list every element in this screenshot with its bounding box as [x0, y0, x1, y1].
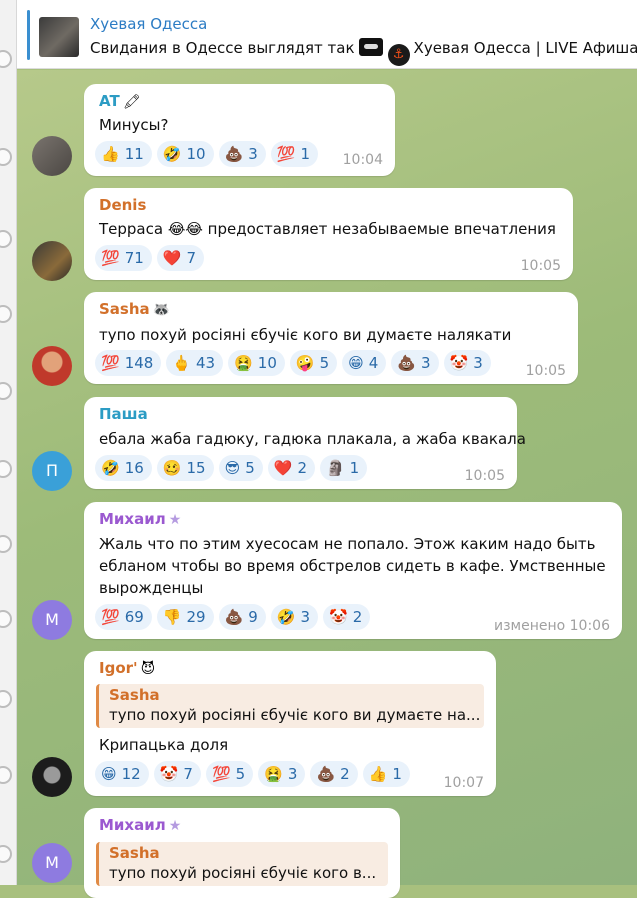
reaction-pill[interactable]: 🤪 5 [289, 350, 338, 376]
message-bubble[interactable]: Denis Терраса 😂😂 предоставляет незабывае… [84, 188, 573, 280]
avatar[interactable] [32, 136, 72, 176]
channel-logo-icon: ⚓ [387, 44, 410, 66]
message-bubble[interactable]: Igor' 😈 Sasha тупо похуй росіяні єбучіє к… [84, 651, 496, 796]
reaction-pill[interactable]: 👎 29 [156, 604, 214, 630]
reaction-pill[interactable]: 🥴 15 [156, 455, 214, 481]
reply-author: Sasha [109, 686, 160, 704]
reaction-pill[interactable]: 💩 3 [391, 350, 439, 376]
folder-sidebar-edge [0, 0, 17, 885]
reaction-pill[interactable]: 🤡 7 [153, 761, 201, 787]
reactions: 💯 148 🖕 43 🤮 10 🤪 5 😁 4 💩 3 🤡 3 [95, 350, 491, 376]
reaction-pill[interactable]: 💩 3 [218, 141, 266, 167]
reaction-pill[interactable]: 💯 1 [270, 141, 319, 167]
reply-quote[interactable]: Sasha тупо похуй росіяні єбучіє кого ви … [96, 684, 484, 728]
reaction-pill[interactable]: 🤡 2 [323, 604, 371, 630]
message-text: ебала жаба гадюку, гадюка плакала, а жаб… [99, 430, 526, 448]
message-bubble[interactable]: Паша ебала жаба гадюку, гадюка плакала, … [84, 397, 526, 489]
message-author[interactable]: Михаил ★ [99, 816, 181, 834]
reaction-pill[interactable]: 💯 71 [95, 245, 152, 271]
reaction-pill[interactable]: 🤡 3 [443, 350, 491, 376]
avatar[interactable] [32, 346, 72, 386]
chat-status-dot [0, 460, 12, 478]
reaction-pill[interactable]: 😁 12 [95, 761, 149, 787]
pinned-message-bar[interactable]: Хуевая Одесса Свидания в Одессе выглядят… [17, 0, 637, 69]
reactions: 🤣 16 🥴 15 😎 5 ❤️ 2 🗿 1 [95, 455, 368, 481]
message-bubble[interactable]: Sasha 🦝 тупо похуй росіяні єбучіє кого ви… [84, 292, 578, 384]
reaction-pill[interactable]: 🤣 3 [270, 604, 319, 630]
message-author[interactable]: Sasha 🦝 [99, 300, 170, 318]
message-text: Жаль что по этим хуесосам не попало. Это… [99, 535, 606, 597]
chat-status-dot [0, 50, 12, 68]
reaction-pill[interactable]: 👍 1 [362, 761, 410, 787]
message-author[interactable]: AT 🖍 [99, 92, 140, 110]
message-text: Терраса 😂😂 предоставляет незабываемые вп… [99, 220, 556, 238]
reaction-pill[interactable]: 🤣 10 [156, 141, 214, 167]
reaction-pill[interactable]: 🤣 16 [95, 455, 152, 481]
pinned-indicator [27, 10, 30, 60]
chat-status-dot [0, 845, 12, 863]
star-badge-icon: ★ [168, 512, 182, 528]
reactions: 👍 11 🤣 10 💩 3 💯 1 [95, 141, 319, 167]
chat-status-dot [0, 305, 12, 323]
reaction-pill[interactable]: 😎 5 [218, 455, 263, 481]
chat-status-dot [0, 230, 12, 248]
message-time: 10:05 [464, 468, 505, 484]
chat-status-dot [0, 610, 12, 628]
reaction-pill[interactable]: 💯 69 [95, 604, 152, 630]
reaction-pill[interactable]: 😁 4 [342, 350, 387, 376]
reaction-pill[interactable]: 💯 5 [205, 761, 254, 787]
reaction-pill[interactable]: ❤️ 2 [267, 455, 315, 481]
message-author[interactable]: Паша [99, 405, 148, 423]
reactions: 💯 71 ❤️ 7 [95, 245, 205, 271]
reaction-pill[interactable]: 🤮 3 [258, 761, 306, 787]
reaction-pill[interactable]: 💯 148 [95, 350, 162, 376]
reply-quote[interactable]: Sasha тупо похуй росіяні єбучіє кого в..… [96, 842, 388, 886]
reply-author: Sasha [109, 844, 160, 862]
avatar[interactable]: М [32, 600, 72, 640]
avatar[interactable] [32, 757, 72, 797]
reaction-pill[interactable]: 🤮 10 [228, 350, 285, 376]
avatar[interactable] [32, 241, 72, 281]
message-time: 10:05 [520, 258, 561, 274]
reaction-pill[interactable]: 💩 2 [310, 761, 358, 787]
reaction-pill[interactable]: 🖕 43 [166, 350, 224, 376]
chat-status-dot [0, 382, 12, 400]
message-time: 10:07 [443, 775, 484, 791]
reaction-pill[interactable]: 👍 11 [95, 141, 152, 167]
reply-text: тупо похуй росіяні єбучіє кого в... [109, 864, 377, 882]
reaction-pill[interactable]: ❤️ 7 [156, 245, 205, 271]
star-badge-icon: ★ [168, 818, 182, 834]
chat-status-dot [0, 148, 12, 166]
chat-status-dot [0, 766, 12, 784]
message-time: изменено 10:06 [494, 618, 610, 634]
message-bubble[interactable]: AT 🖍 Минусы? 👍 11 🤣 10 💩 3 💯 1 10:04 [84, 84, 395, 176]
message-text: тупо похуй росіяні єбучіє кого ви думаєт… [99, 326, 512, 344]
message-time: 10:04 [342, 152, 383, 168]
reaction-pill[interactable]: 💩 9 [218, 604, 266, 630]
message-author[interactable]: Igor' 😈 [99, 659, 155, 677]
reply-text: тупо похуй росіяні єбучіє кого ви думаєт… [109, 706, 481, 724]
mask-icon [358, 38, 383, 56]
message-bubble[interactable]: Михаил ★ Жаль что по этим хуесосам не поп… [84, 502, 622, 639]
author-badge-icon: 🦝 [152, 302, 171, 318]
message-text: Минусы? [99, 116, 169, 134]
pinned-thumbnail [39, 17, 79, 57]
chat-status-dot [0, 535, 12, 553]
pinned-text: Свидания в Одессе выглядят так ⚓ Хуевая Од… [90, 38, 637, 66]
pinned-title: Хуевая Одесса [90, 15, 208, 33]
chat-status-dot [0, 690, 12, 708]
message-time: 10:05 [525, 363, 566, 379]
author-badge-icon: 😈 [140, 661, 156, 677]
avatar[interactable]: М [32, 843, 72, 883]
message-author[interactable]: Михаил ★ [99, 510, 181, 528]
avatar[interactable]: П [32, 451, 72, 491]
reaction-pill[interactable]: 🗿 1 [319, 455, 368, 481]
author-badge-icon: 🖍 [122, 94, 141, 110]
reactions: 💯 69 👎 29 💩 9 🤣 3 🤡 2 [95, 604, 371, 630]
message-author[interactable]: Denis [99, 196, 146, 214]
reactions: 😁 12 🤡 7 💯 5 🤮 3 💩 2 👍 1 [95, 761, 410, 787]
message-text: Крипацька доля [99, 736, 229, 754]
